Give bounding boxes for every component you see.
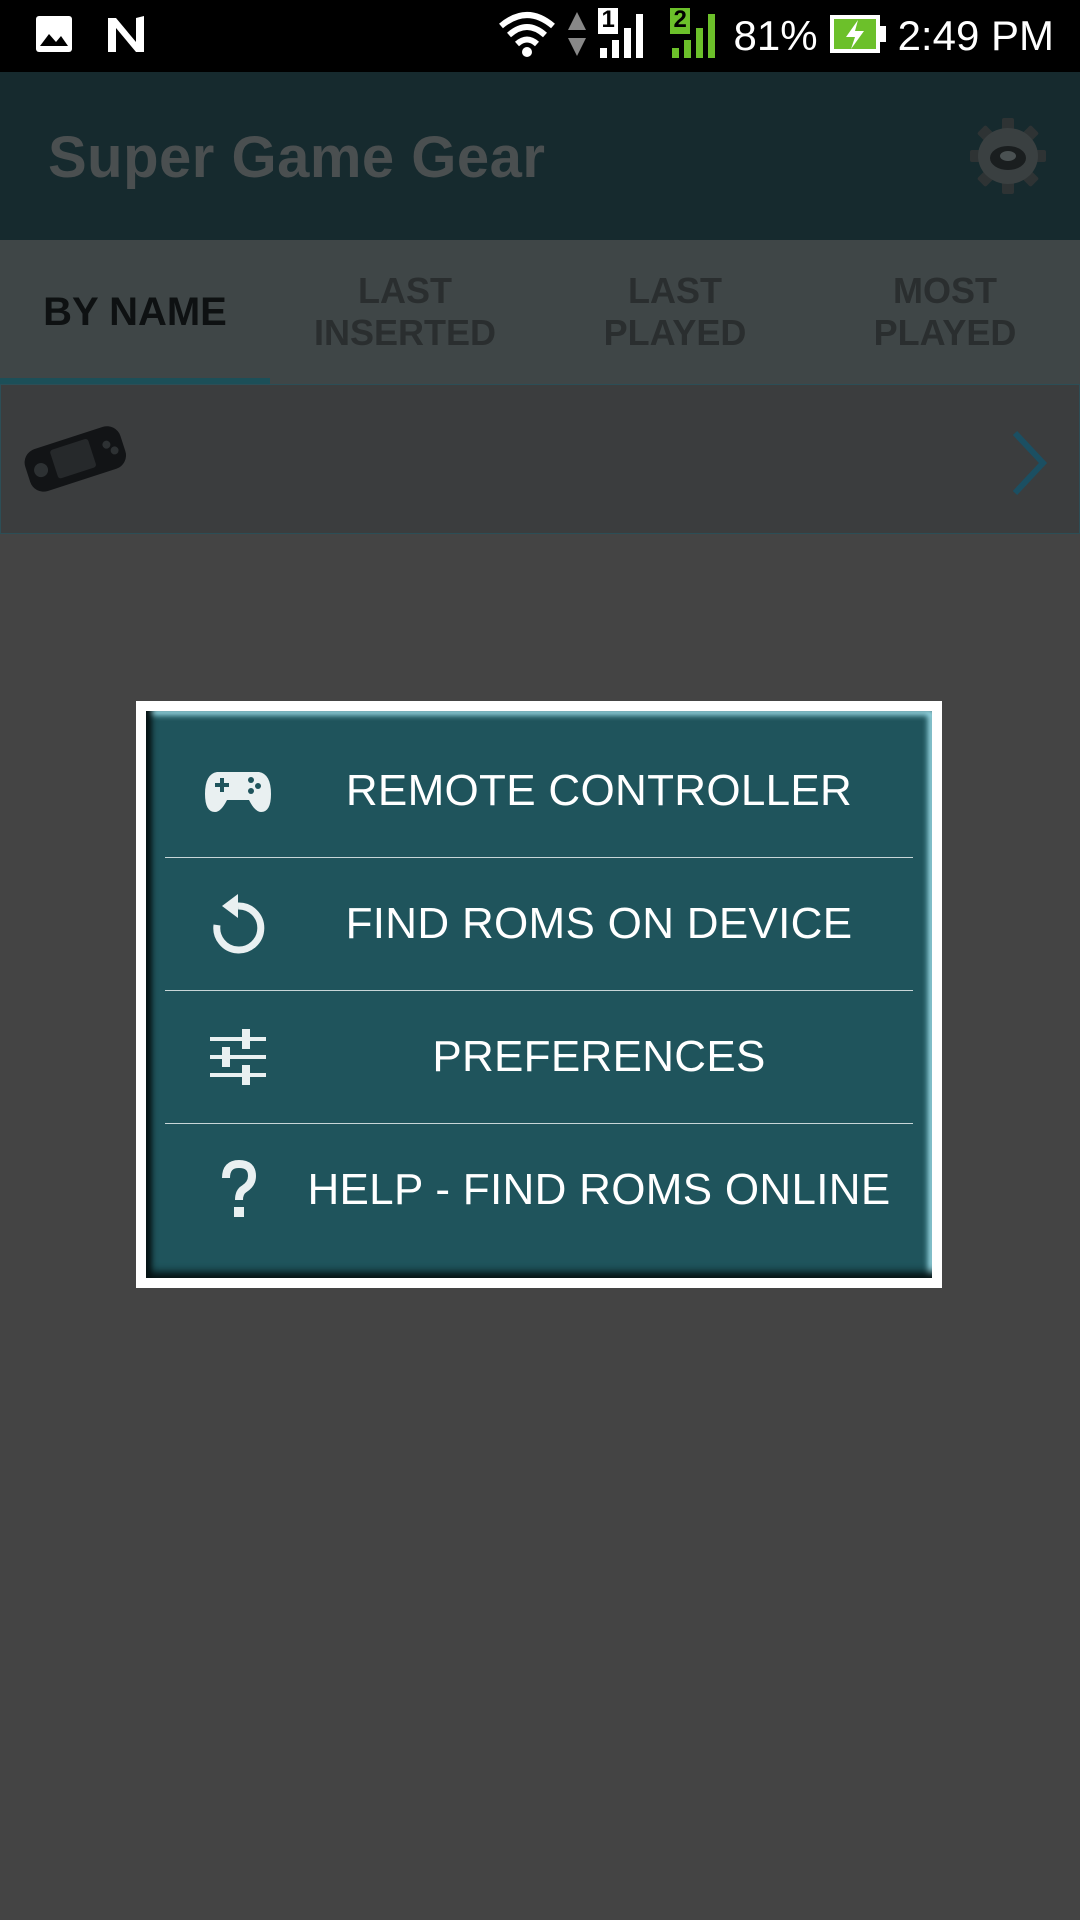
app-title: Super Game Gear <box>48 125 546 190</box>
signal-sim2-icon: 2 <box>669 5 724 65</box>
menu-panel: REMOTE CONTROLLER FIND ROMS ON DEVICE PR… <box>146 711 932 1278</box>
tab-last-played[interactable]: LAST PLAYED <box>540 240 810 384</box>
status-bar: 1 2 81% 2:49 PM <box>0 0 1080 72</box>
find-roms-on-device-button[interactable]: FIND ROMS ON DEVICE <box>165 858 913 991</box>
tab-label: LAST PLAYED <box>603 270 747 353</box>
battery-percent: 81% <box>733 12 818 59</box>
tab-most-played[interactable]: MOST PLAYED <box>810 240 1080 384</box>
help-find-roms-online-button[interactable]: HELP - FIND ROMS ONLINE <box>165 1124 913 1256</box>
gear-icon[interactable] <box>964 116 1052 196</box>
battery-charging-icon <box>828 12 888 61</box>
question-icon <box>203 1155 273 1225</box>
tab-bar: BY NAME LAST INSERTED LAST PLAYED MOST P… <box>0 240 1080 384</box>
sim1-label: 1 <box>601 5 615 33</box>
menu-item-label: PREFERENCES <box>432 1032 766 1081</box>
sliders-icon <box>203 1022 273 1092</box>
signal-icon: 1 <box>597 5 652 65</box>
remote-controller-button[interactable]: REMOTE CONTROLLER <box>165 725 913 858</box>
n-icon <box>104 14 148 59</box>
gallery-icon <box>34 14 74 59</box>
menu-item-label: REMOTE CONTROLLER <box>345 766 853 815</box>
tab-label: LAST INSERTED <box>313 270 497 353</box>
gamepad-icon <box>203 756 273 826</box>
wifi-icon <box>498 10 556 63</box>
app-bar: Super Game Gear <box>0 72 1080 240</box>
tab-by-name[interactable]: BY NAME <box>0 240 270 384</box>
chevron-right-icon <box>1009 429 1049 497</box>
tab-label: MOST PLAYED <box>873 270 1017 353</box>
list-item[interactable] <box>0 384 1080 534</box>
clock: 2:49 PM <box>897 12 1054 59</box>
preferences-button[interactable]: PREFERENCES <box>165 991 913 1124</box>
menu-item-label: HELP - FIND ROMS ONLINE <box>307 1165 891 1214</box>
refresh-icon <box>203 889 273 959</box>
tab-label: BY NAME <box>43 290 227 334</box>
game-gear-console-icon <box>19 417 131 499</box>
menu-list: REMOTE CONTROLLER FIND ROMS ON DEVICE PR… <box>165 711 913 1278</box>
menu-dialog: REMOTE CONTROLLER FIND ROMS ON DEVICE PR… <box>136 701 942 1288</box>
sim2-label: 2 <box>673 5 687 33</box>
menu-item-label: FIND ROMS ON DEVICE <box>345 899 853 948</box>
data-arrows-icon <box>566 10 588 63</box>
tab-last-inserted[interactable]: LAST INSERTED <box>270 240 540 384</box>
